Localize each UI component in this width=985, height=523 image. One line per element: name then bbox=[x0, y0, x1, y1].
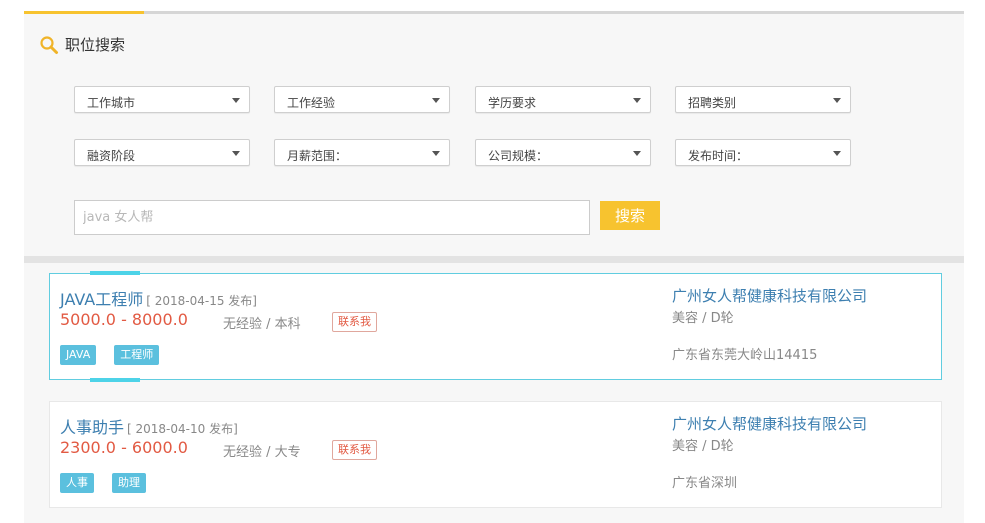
contact-button[interactable]: 联系我 bbox=[332, 440, 377, 460]
filter-publish-time-label: 发布时间： bbox=[688, 149, 749, 163]
job-title-row: JAVA工程师[ 2018-04-15 发布] bbox=[60, 286, 257, 310]
caret-down-icon bbox=[633, 151, 641, 156]
panel-divider bbox=[24, 256, 964, 263]
job-tags: JAVA 工程师 bbox=[60, 345, 160, 365]
card-top-indicator bbox=[90, 271, 140, 275]
search-input[interactable] bbox=[74, 200, 590, 235]
company-name[interactable]: 广州女人帮健康科技有限公司 bbox=[672, 285, 867, 306]
job-title[interactable]: JAVA工程师 bbox=[60, 290, 143, 309]
caret-down-icon bbox=[833, 151, 841, 156]
card-bottom-indicator bbox=[90, 378, 140, 382]
job-card[interactable]: 人事助手[ 2018-04-10 发布] 2300.0 - 6000.0 无经验… bbox=[49, 401, 942, 508]
filter-experience-select[interactable]: 工作经验 bbox=[274, 86, 450, 113]
job-title[interactable]: 人事助手 bbox=[60, 418, 124, 437]
caret-down-icon bbox=[232, 98, 240, 103]
job-tag[interactable]: 助理 bbox=[112, 473, 146, 493]
filter-funding-select[interactable]: 融资阶段 bbox=[74, 139, 250, 166]
panel-title-text: 职位搜索 bbox=[65, 36, 126, 54]
filter-salary-select[interactable]: 月薪范围： bbox=[274, 139, 450, 166]
job-requirements: 无经验 / 本科 bbox=[223, 317, 301, 332]
panel-title: 职位搜索 bbox=[39, 34, 125, 55]
contact-button[interactable]: 联系我 bbox=[332, 312, 377, 332]
company-address: 广东省深圳 bbox=[672, 476, 738, 491]
filter-category-select[interactable]: 招聘类别 bbox=[675, 86, 851, 113]
filter-funding-label: 融资阶段 bbox=[87, 149, 136, 163]
job-card[interactable]: JAVA工程师[ 2018-04-15 发布] 5000.0 - 8000.0 … bbox=[49, 271, 942, 382]
job-tags: 人事 助理 bbox=[60, 473, 146, 493]
job-salary: 5000.0 - 8000.0 bbox=[60, 310, 188, 329]
company-meta: 美容 / D轮 bbox=[672, 311, 734, 326]
job-tag[interactable]: JAVA bbox=[60, 345, 97, 365]
filter-salary-label: 月薪范围： bbox=[287, 149, 348, 163]
caret-down-icon bbox=[232, 151, 240, 156]
filter-publish-time-select[interactable]: 发布时间： bbox=[675, 139, 851, 166]
company-name[interactable]: 广州女人帮健康科技有限公司 bbox=[672, 413, 867, 434]
company-meta: 美容 / D轮 bbox=[672, 439, 734, 454]
job-tag[interactable]: 工程师 bbox=[114, 345, 160, 365]
job-date: [ 2018-04-10 发布] bbox=[127, 422, 238, 436]
company-address: 广东省东莞大岭山14415 bbox=[672, 348, 818, 363]
job-salary: 2300.0 - 6000.0 bbox=[60, 438, 188, 457]
search-button[interactable]: 搜索 bbox=[600, 201, 660, 230]
caret-down-icon bbox=[633, 98, 641, 103]
filter-category-label: 招聘类别 bbox=[688, 96, 737, 110]
filter-company-size-label: 公司规模： bbox=[488, 149, 549, 163]
job-title-row: 人事助手[ 2018-04-10 发布] bbox=[60, 414, 238, 438]
filter-experience-label: 工作经验 bbox=[287, 96, 336, 110]
filter-education-label: 学历要求 bbox=[488, 96, 537, 110]
caret-down-icon bbox=[432, 98, 440, 103]
filter-city-select[interactable]: 工作城市 bbox=[74, 86, 250, 113]
caret-down-icon bbox=[432, 151, 440, 156]
filter-city-label: 工作城市 bbox=[87, 96, 136, 110]
caret-down-icon bbox=[833, 98, 841, 103]
job-requirements: 无经验 / 大专 bbox=[223, 445, 301, 460]
search-icon bbox=[40, 35, 58, 54]
search-panel: 职位搜索 工作城市 工作经验 学历要求 招聘类别 融资阶段 月薪范围： 公司规模… bbox=[24, 14, 964, 256]
filter-education-select[interactable]: 学历要求 bbox=[475, 86, 651, 113]
page: 职位搜索 工作城市 工作经验 学历要求 招聘类别 融资阶段 月薪范围： 公司规模… bbox=[0, 0, 985, 523]
job-tag[interactable]: 人事 bbox=[60, 473, 94, 493]
filter-company-size-select[interactable]: 公司规模： bbox=[475, 139, 651, 166]
job-date: [ 2018-04-15 发布] bbox=[146, 294, 257, 308]
